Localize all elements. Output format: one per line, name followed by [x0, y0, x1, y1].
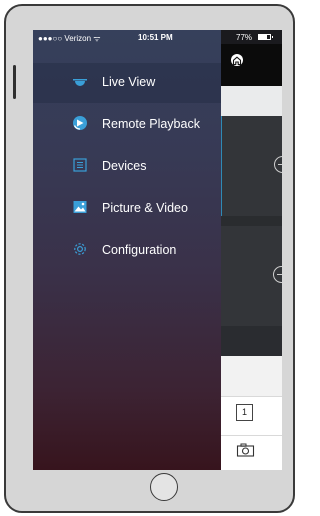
tab-strip	[221, 86, 282, 116]
phone-frame: 1 Live View Remote Playback Devices Pict…	[4, 4, 295, 513]
menu-item-label: Picture & Video	[102, 201, 188, 215]
menu-item-configuration[interactable]: Configuration	[33, 231, 221, 271]
phone-screen: 1 Live View Remote Playback Devices Pict…	[33, 30, 282, 470]
add-camera-icon[interactable]	[274, 156, 282, 173]
side-menu: Live View Remote Playback Devices Pictur…	[33, 30, 221, 470]
pane-footer	[221, 326, 282, 356]
top-bar	[221, 44, 282, 86]
battery-icon	[258, 34, 273, 40]
control-area	[221, 356, 282, 396]
menu-item-devices[interactable]: Devices	[33, 147, 221, 187]
gear-icon	[72, 241, 88, 257]
add-camera-icon[interactable]	[273, 266, 282, 283]
video-window-2[interactable]	[221, 226, 282, 326]
phone-side-button	[13, 65, 16, 99]
menu-item-picture-video[interactable]: Picture & Video	[33, 189, 221, 229]
menu-item-remote-playback[interactable]: Remote Playback	[33, 105, 221, 145]
menu-item-live-view[interactable]: Live View	[33, 63, 221, 103]
phone-home-button[interactable]	[150, 473, 178, 501]
live-view-panel: 1	[221, 44, 282, 470]
video-window-1[interactable]	[221, 116, 282, 216]
devices-list-icon	[72, 157, 88, 173]
menu-item-label: Devices	[102, 159, 147, 173]
home-icon[interactable]	[231, 54, 243, 66]
menu-item-label: Live View	[102, 75, 156, 89]
status-bar: ●●●○○ Verizon ᯤ 10:51 PM 77%	[33, 30, 282, 44]
bottom-toolbar: 1	[221, 396, 282, 470]
battery-percent: 77%	[236, 33, 253, 42]
camera-icon[interactable]	[236, 442, 255, 458]
window-layout-button[interactable]: 1	[236, 404, 253, 421]
clock: 10:51 PM	[138, 33, 173, 42]
carrier-label: ●●●○○ Verizon ᯤ	[38, 34, 101, 43]
menu-item-label: Remote Playback	[102, 117, 200, 131]
menu-item-label: Configuration	[102, 243, 177, 257]
picture-icon	[72, 199, 88, 215]
dome-camera-icon	[72, 73, 88, 89]
playback-icon	[72, 115, 88, 131]
pane-divider	[221, 216, 282, 226]
toolbar-divider	[221, 435, 282, 436]
